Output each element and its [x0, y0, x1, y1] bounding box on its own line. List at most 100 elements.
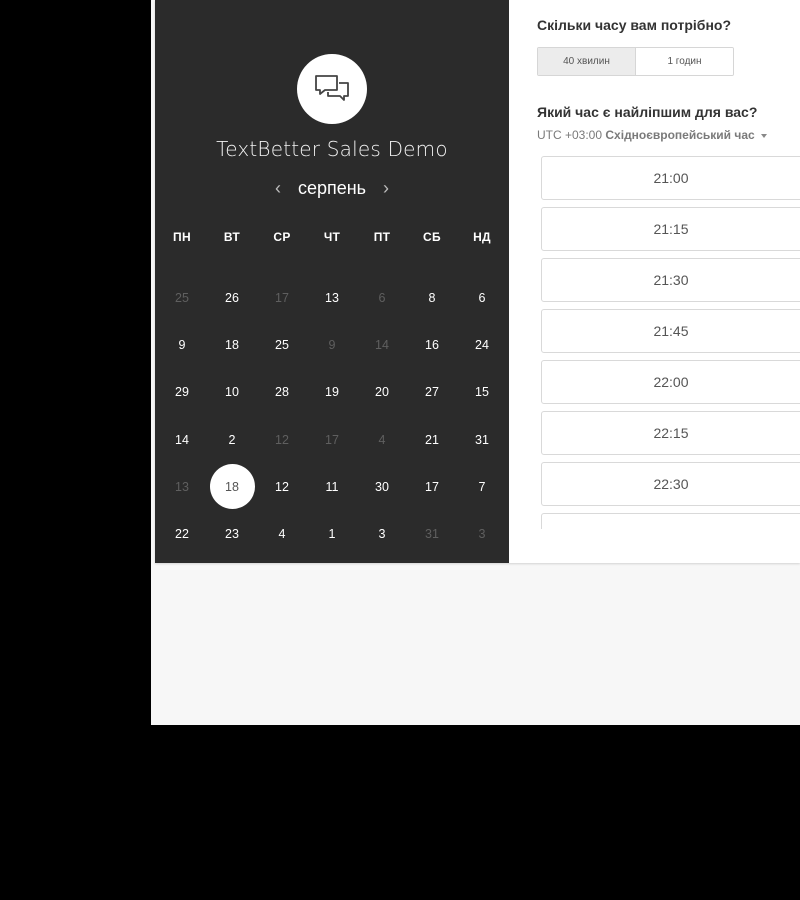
calendar-day-number: 18	[209, 464, 255, 510]
chat-bubbles-icon	[315, 75, 349, 101]
calendar-day[interactable]: 8	[407, 274, 457, 321]
weekday-label: СР	[273, 230, 291, 244]
calendar-day[interactable]: 21	[407, 416, 457, 463]
weekday-label: ВТ	[223, 230, 241, 244]
calendar-day-number: 29	[175, 385, 189, 400]
calendar-day-number: 30	[375, 479, 389, 494]
calendar-day[interactable]: 7	[457, 463, 507, 510]
duration-selector: 40 хвилин 1 годин	[537, 47, 734, 76]
calendar-day[interactable]: 28	[257, 369, 307, 416]
calendar-day-number: 31	[475, 432, 489, 447]
brand-logo	[297, 54, 367, 124]
calendar-panel: TextBetter Sales Demo ‹ серпень › ПН ВТ …	[155, 0, 509, 563]
calendar-day[interactable]: 30	[357, 463, 407, 510]
calendar-day[interactable]: 11	[307, 463, 357, 510]
calendar-day[interactable]: 27	[407, 369, 457, 416]
calendar-day-number: 7	[478, 479, 486, 494]
calendar-day-number: 14	[175, 432, 189, 447]
calendar-day-number: 3	[378, 527, 386, 542]
calendar-day[interactable]: 2	[207, 416, 257, 463]
calendar-day-number: 15	[475, 385, 489, 400]
calendar-day[interactable]: 20	[357, 369, 407, 416]
calendar-day[interactable]: 24	[457, 321, 507, 368]
calendar-day-number: 12	[275, 432, 289, 447]
weekday-label: СБ	[423, 230, 441, 244]
calendar-day[interactable]: 3	[357, 510, 407, 557]
weekday-label: ПН	[173, 230, 191, 244]
calendar-day[interactable]: 12	[257, 463, 307, 510]
weekday-label: ЧТ	[323, 230, 341, 244]
calendar-day[interactable]: 18	[207, 321, 257, 368]
time-slot[interactable]	[541, 513, 800, 529]
calendar-day-number: 10	[225, 385, 239, 400]
calendar-day-number: 4	[378, 432, 386, 447]
calendar-day[interactable]: 10	[207, 369, 257, 416]
calendar-day[interactable]: 4	[257, 510, 307, 557]
calendar-day[interactable]: 19	[307, 369, 357, 416]
calendar-day: 4	[357, 416, 407, 463]
calendar-day-number: 17	[325, 432, 339, 447]
month-label: серпень	[297, 178, 367, 198]
duration-option-40-min[interactable]: 40 хвилин	[538, 48, 636, 75]
calendar-day-number: 13	[325, 290, 339, 305]
calendar-day[interactable]: 13	[307, 274, 357, 321]
calendar-day[interactable]: 6	[457, 274, 507, 321]
calendar-day[interactable]: 31	[457, 416, 507, 463]
brand-title: TextBetter Sales Demo	[216, 137, 448, 161]
calendar-day-number: 19	[325, 385, 339, 400]
calendar-day-number: 18	[225, 337, 239, 352]
time-slot[interactable]: 21:45	[541, 309, 800, 353]
calendar-day-number: 14	[375, 337, 389, 352]
calendar-day: 14	[357, 321, 407, 368]
calendar-day: 9	[307, 321, 357, 368]
calendar-day-number: 17	[275, 290, 289, 305]
chevron-left-icon[interactable]: ‹	[272, 178, 284, 199]
calendar-day-number: 17	[425, 479, 439, 494]
calendar-day-number: 20	[375, 385, 389, 400]
booking-window: TextBetter Sales Demo ‹ серпень › ПН ВТ …	[151, 0, 800, 725]
calendar-day: 3	[457, 510, 507, 557]
calendar-day-number: 26	[225, 290, 239, 305]
calendar-day[interactable]: 16	[407, 321, 457, 368]
duration-option-1-hour[interactable]: 1 годин	[636, 48, 733, 75]
calendar-day: 31	[407, 510, 457, 557]
calendar-day[interactable]: 26	[207, 274, 257, 321]
month-navigation: ‹ серпень ›	[155, 178, 509, 199]
time-slot-list[interactable]: 21:00 21:15 21:30 21:45 22:00 22:15 22:3…	[541, 156, 800, 529]
calendar-day[interactable]: 29	[157, 369, 207, 416]
time-selection-panel: Скільки часу вам потрібно? 40 хвилин 1 г…	[509, 0, 800, 563]
calendar-day[interactable]: 15	[457, 369, 507, 416]
calendar-day-number: 25	[275, 337, 289, 352]
calendar-day[interactable]: 17	[407, 463, 457, 510]
time-slot[interactable]: 22:00	[541, 360, 800, 404]
calendar-day: 17	[307, 416, 357, 463]
timezone-select[interactable]: UTC +03:00 Східноєвропейський час	[537, 128, 767, 142]
calendar-day[interactable]: 14	[157, 416, 207, 463]
weekday-label: НД	[473, 230, 491, 244]
calendar-day-number: 11	[325, 479, 339, 494]
calendar-day[interactable]: 1	[307, 510, 357, 557]
calendar-day: 25	[157, 274, 207, 321]
time-slot[interactable]: 21:00	[541, 156, 800, 200]
calendar-day-selected[interactable]: 18	[207, 463, 257, 510]
calendar-day[interactable]: 25	[257, 321, 307, 368]
time-slot[interactable]: 21:15	[541, 207, 800, 251]
time-question: Який час є найліпшим для вас?	[537, 104, 758, 120]
calendar-day-number: 8	[428, 290, 436, 305]
time-slot[interactable]: 21:30	[541, 258, 800, 302]
calendar-day: 12	[257, 416, 307, 463]
calendar-day-number: 24	[475, 337, 489, 352]
calendar-day-number: 27	[425, 385, 439, 400]
chevron-right-icon[interactable]: ›	[380, 178, 392, 199]
calendar-day[interactable]: 22	[157, 510, 207, 557]
weekday-label: ПТ	[373, 230, 391, 244]
calendar-day-number: 21	[425, 432, 439, 447]
calendar-day-number: 23	[225, 527, 239, 542]
calendar-day-number: 4	[278, 527, 286, 542]
calendar-day[interactable]: 9	[157, 321, 207, 368]
time-slot[interactable]: 22:15	[541, 411, 800, 455]
time-slot[interactable]: 22:30	[541, 462, 800, 506]
weekday-header: ПН ВТ СР ЧТ ПТ СБ НД	[157, 230, 507, 244]
calendar-day[interactable]: 23	[207, 510, 257, 557]
calendar-day-number: 28	[275, 385, 289, 400]
